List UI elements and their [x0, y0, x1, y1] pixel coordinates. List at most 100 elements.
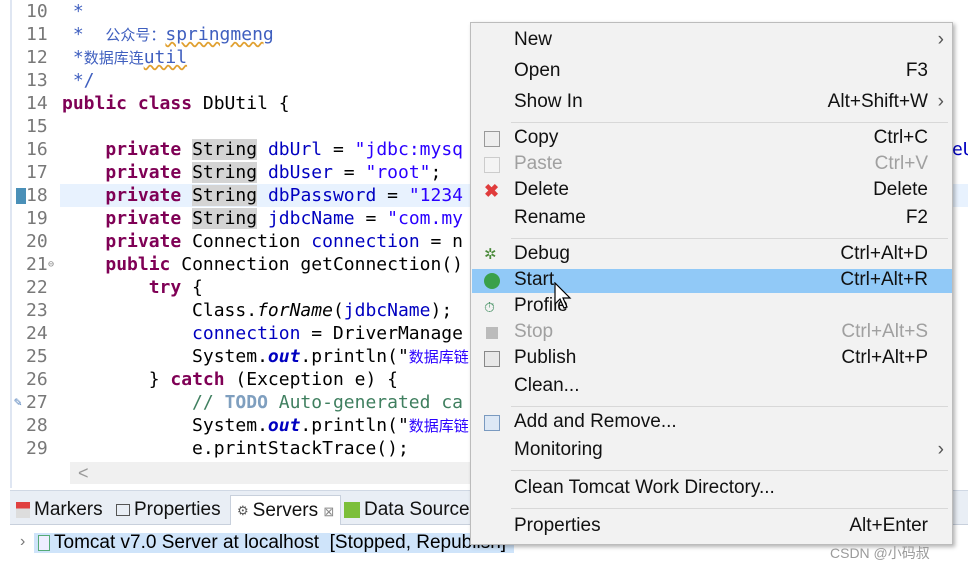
- submenu-arrow-icon: ›: [937, 91, 944, 112]
- menu-item-shortcut: Ctrl+Alt+S: [841, 321, 928, 342]
- menu-item-label: Publish: [514, 347, 577, 368]
- field: jdbcName: [267, 208, 355, 229]
- menu-item-label: Clean Tomcat Work Directory...: [514, 477, 775, 498]
- menu-item-clean[interactable]: Clean...: [472, 375, 952, 399]
- menu-separator: [511, 238, 948, 239]
- comment: *: [62, 24, 106, 45]
- horizontal-scrollbar[interactable]: <: [70, 462, 490, 484]
- type: String: [192, 162, 258, 183]
- keyword: public class: [62, 93, 193, 114]
- menu-item-clean-tomcat-work-directory[interactable]: Clean Tomcat Work Directory...: [472, 477, 952, 501]
- menu-item-label: Show In: [514, 91, 583, 112]
- menu-item-add-and-remove[interactable]: Add and Remove...: [472, 411, 952, 435]
- menu-item-publish[interactable]: Publish Ctrl+Alt+P: [472, 347, 952, 371]
- comment: springmeng: [165, 24, 274, 45]
- submenu-arrow-icon: ›: [937, 439, 944, 460]
- menu-item-label: Paste: [514, 153, 563, 174]
- keyword: private: [105, 185, 182, 206]
- field: dbUrl: [267, 139, 323, 160]
- publish-icon: [484, 351, 500, 367]
- change-marker-icon: [16, 188, 26, 204]
- scroll-left-icon[interactable]: <: [78, 463, 89, 483]
- menu-item-shortcut: Ctrl+Alt+D: [840, 243, 928, 264]
- server-icon: [38, 534, 50, 551]
- menu-item-label: Clean...: [514, 375, 580, 396]
- menu-item-start[interactable]: Start Ctrl+Alt+R: [472, 269, 952, 293]
- tab-servers[interactable]: ⚙ Servers ⊠: [230, 495, 342, 525]
- menu-item-open[interactable]: Open F3: [472, 60, 952, 84]
- delete-icon: ✖: [484, 181, 500, 201]
- type: String: [192, 208, 258, 229]
- submenu-arrow-icon: ›: [937, 29, 944, 50]
- menu-item-show-in[interactable]: Show In Alt+Shift+W ›: [472, 91, 952, 115]
- comment: util: [143, 47, 188, 68]
- menu-item-paste[interactable]: Paste Ctrl+V: [472, 153, 952, 177]
- paste-icon: [484, 157, 500, 173]
- menu-item-label: Open: [514, 60, 561, 81]
- menu-separator: [511, 406, 948, 407]
- menu-item-label: Monitoring: [514, 439, 603, 460]
- menu-item-shortcut: F3: [905, 60, 928, 81]
- menu-item-label: Debug: [514, 243, 570, 264]
- menu-item-shortcut: F2: [905, 207, 928, 228]
- copy-icon: [484, 131, 500, 147]
- menu-item-shortcut: Alt+Shift+W: [827, 91, 928, 112]
- keyword: try: [148, 277, 182, 298]
- menu-item-profile[interactable]: ⏱ Profile: [472, 295, 952, 319]
- properties-icon: [116, 503, 130, 516]
- menu-item-stop[interactable]: Stop Ctrl+Alt+S: [472, 321, 952, 345]
- menu-separator: [511, 122, 948, 123]
- menu-item-properties[interactable]: Properties Alt+Enter: [472, 515, 952, 539]
- field: dbPassword: [267, 185, 377, 206]
- menu-item-label: New: [514, 29, 553, 50]
- menu-item-shortcut: Delete: [873, 179, 928, 200]
- menu-item-new[interactable]: New ›: [472, 29, 952, 53]
- server-row[interactable]: Tomcat v7.0 Server at localhost [Stopped…: [34, 533, 515, 553]
- type: String: [192, 185, 258, 206]
- context-menu: New › Open F3 Show In Alt+Shift+W › Copy Ctrl…: [470, 22, 953, 545]
- menu-item-label: Copy: [514, 127, 559, 148]
- menu-item-copy[interactable]: Copy Ctrl+C: [472, 127, 952, 151]
- field: connection: [311, 231, 420, 252]
- menu-item-shortcut: Ctrl+C: [873, 127, 928, 148]
- fold-icon[interactable]: ⊖: [48, 253, 54, 276]
- keyword: private: [105, 208, 182, 229]
- menu-item-label: Start: [514, 269, 555, 290]
- menu-item-label: Rename: [514, 207, 586, 228]
- code-text: eU: [952, 139, 968, 160]
- menu-item-label: Properties: [514, 515, 601, 536]
- comment: 数据库连: [83, 49, 144, 67]
- tab-data-source[interactable]: Data Source: [344, 495, 470, 525]
- tab-markers[interactable]: Markers: [16, 495, 103, 525]
- servers-icon: ⚙: [237, 503, 249, 518]
- menu-item-shortcut: Alt+Enter: [849, 515, 928, 536]
- code-text: DbUtil {: [192, 93, 290, 114]
- watermark: CSDN @小码叔: [830, 545, 930, 561]
- menu-item-shortcut: Ctrl+Alt+P: [841, 347, 928, 368]
- keyword: public: [105, 254, 171, 275]
- menu-item-debug[interactable]: ✲ Debug Ctrl+Alt+D: [472, 243, 952, 267]
- menu-item-label: Add and Remove...: [514, 411, 677, 432]
- start-icon: [484, 273, 500, 289]
- menu-item-rename[interactable]: Rename F2: [472, 207, 952, 231]
- string: "root": [365, 162, 431, 183]
- mouse-cursor-icon: [554, 282, 572, 309]
- menu-separator: [511, 470, 948, 471]
- string: "com.my: [387, 208, 464, 229]
- comment: *: [62, 47, 84, 68]
- menu-item-delete[interactable]: ✖ Delete Delete: [472, 179, 952, 203]
- debug-icon: ✲: [484, 246, 497, 263]
- field: dbUser: [267, 162, 333, 183]
- menu-item-label: Stop: [514, 321, 554, 342]
- close-icon[interactable]: ⊠: [323, 504, 334, 519]
- code-line: 10 *: [26, 1, 84, 22]
- comment: 公众号：: [105, 26, 166, 44]
- task-marker-icon: ✎: [14, 395, 22, 410]
- stop-icon: [486, 327, 498, 339]
- keyword: catch: [170, 369, 225, 390]
- expand-icon[interactable]: ›: [20, 533, 25, 551]
- tab-properties[interactable]: Properties: [116, 495, 221, 525]
- menu-item-monitoring[interactable]: Monitoring ›: [472, 439, 952, 463]
- menu-item-shortcut: Ctrl+V: [874, 153, 928, 174]
- data-source-icon: [344, 501, 360, 518]
